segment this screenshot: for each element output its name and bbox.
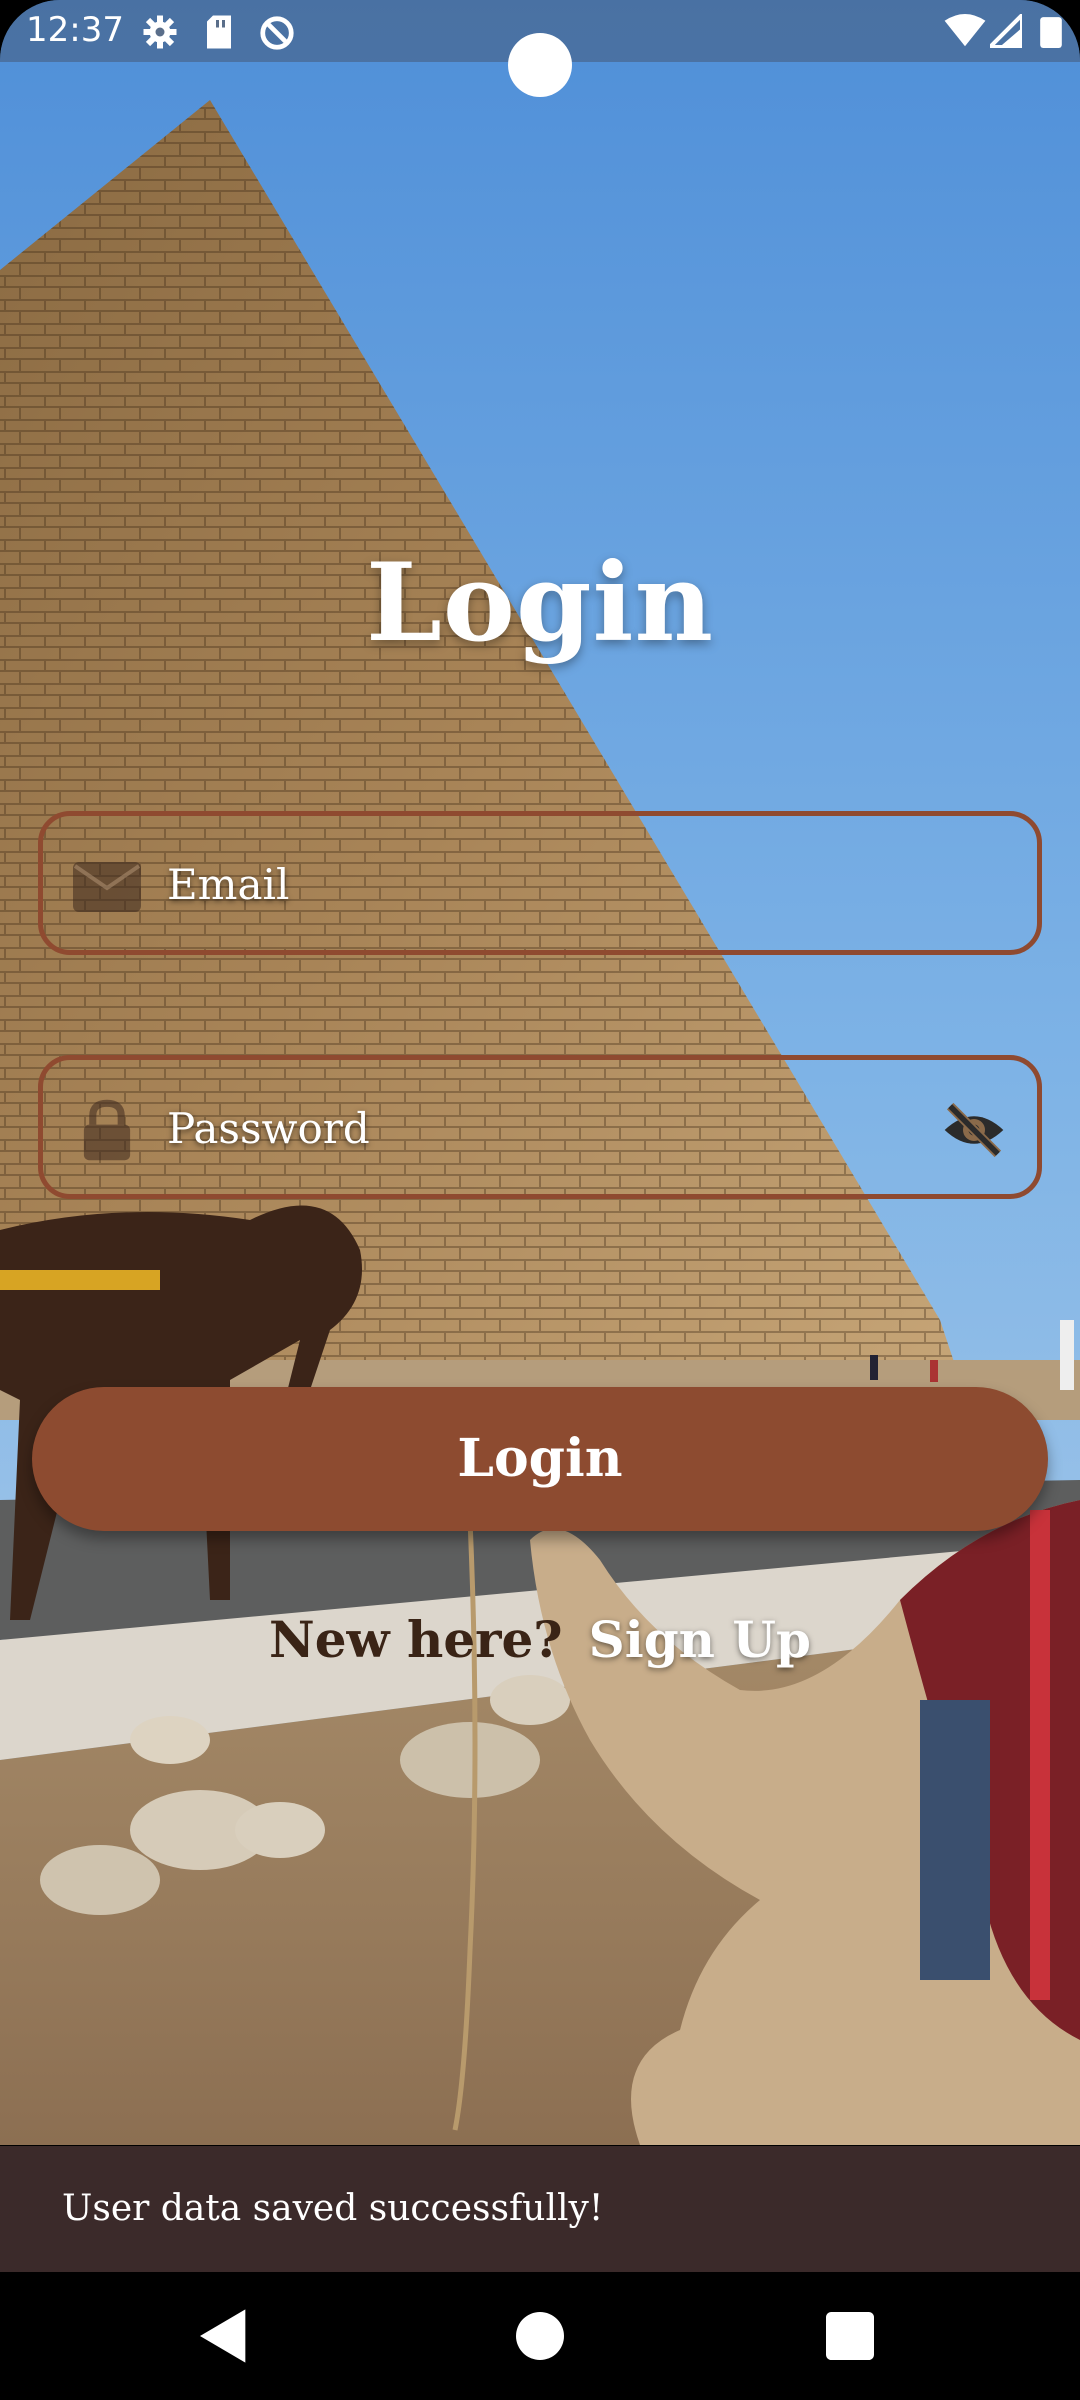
camera-cutout <box>508 33 572 97</box>
email-icon <box>73 862 141 912</box>
snackbar: User data saved successfully! <box>0 2146 1080 2272</box>
email-field[interactable]: Email <box>38 811 1042 955</box>
snackbar-message: User data saved successfully! <box>62 2188 604 2229</box>
password-field[interactable]: Password <box>38 1055 1042 1199</box>
back-icon[interactable] <box>192 2304 256 2368</box>
wifi-icon <box>944 14 986 47</box>
navigation-bar <box>0 2272 1080 2400</box>
status-time: 12:37 <box>26 10 124 50</box>
sd-card-icon <box>207 15 231 49</box>
cellular-signal-icon <box>990 14 1022 48</box>
phone-screen: 12:37 Login Email Password Login New her… <box>0 0 1080 2400</box>
email-placeholder: Email <box>167 860 290 909</box>
battery-icon <box>1040 17 1062 48</box>
recents-icon[interactable] <box>818 2304 882 2368</box>
home-icon[interactable] <box>508 2304 572 2368</box>
new-here-text: New here? <box>269 1610 563 1669</box>
page-title: Login <box>365 540 715 666</box>
login-button[interactable]: Login <box>32 1387 1048 1531</box>
lock-icon <box>83 1099 131 1161</box>
signup-link[interactable]: Sign Up <box>589 1610 811 1669</box>
visibility-off-icon[interactable] <box>941 1102 1007 1158</box>
settings-icon <box>143 15 177 49</box>
signup-prompt-row: New here? Sign Up <box>0 1610 1080 1669</box>
data-saver-icon <box>260 16 294 50</box>
password-placeholder: Password <box>167 1104 370 1153</box>
